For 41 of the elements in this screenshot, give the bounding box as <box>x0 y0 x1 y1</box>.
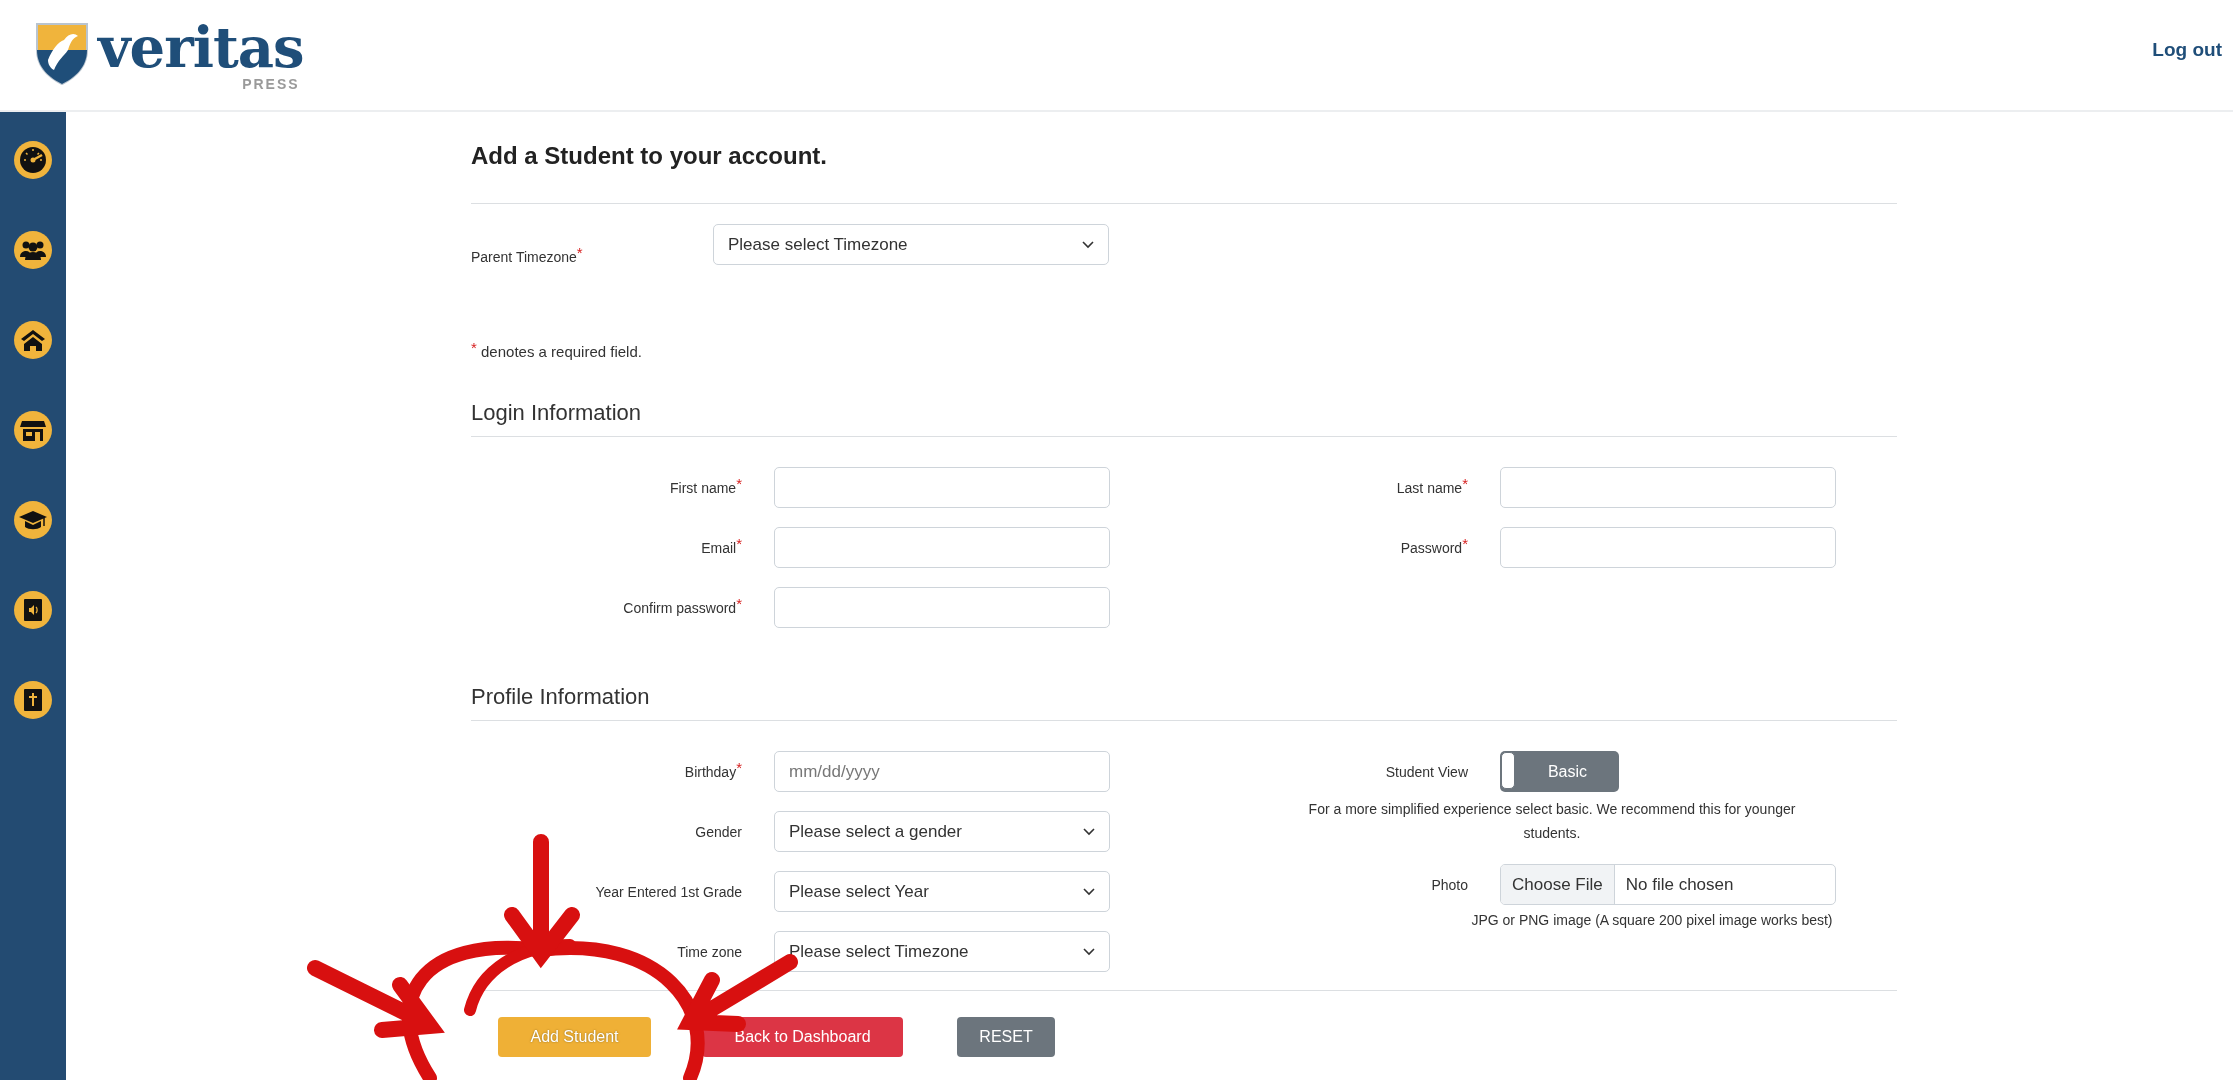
dropdown-select[interactable]: Please select a gender <box>774 811 1110 852</box>
timezone-select[interactable]: Please select Timezone <box>713 224 1109 265</box>
field-label: Year Entered 1st Grade <box>594 883 742 900</box>
chevron-down-icon <box>1082 240 1094 249</box>
field-label: Photo <box>1430 876 1468 893</box>
view-toggle[interactable]: Basic <box>1500 751 1619 792</box>
reset-button[interactable]: RESET <box>957 1017 1055 1057</box>
cross-book-icon[interactable] <box>13 680 53 720</box>
field-label: Time zone <box>676 943 742 960</box>
chevron-down-icon <box>1083 887 1095 896</box>
section-title: Login Information <box>471 400 642 426</box>
help-text: JPG or PNG image (A square 200 pixel image works best) <box>1470 912 1834 928</box>
logout-link[interactable]: Log out <box>2152 39 2222 61</box>
logo-wordmark: veritas <box>98 18 304 76</box>
people-icon[interactable] <box>13 230 53 270</box>
page-title: Add a Student to your account. <box>471 141 828 171</box>
speaker-book-icon[interactable] <box>13 590 53 630</box>
text-field[interactable] <box>1500 527 1836 568</box>
gauge-icon[interactable] <box>13 140 53 180</box>
date-field[interactable]: mm/dd/yyyy <box>774 751 1110 792</box>
back-button[interactable]: Back to Dashboard <box>702 1017 903 1057</box>
help-text: For a more simplified experience select basic. We recommend this for younger students. <box>1307 800 1797 843</box>
text-field[interactable] <box>1500 467 1836 508</box>
shield-logo-icon <box>34 20 90 86</box>
dropdown-select[interactable]: Please select Timezone <box>774 931 1110 972</box>
section-title: Profile Information <box>471 684 651 710</box>
field-label: Gender <box>694 823 742 840</box>
storefront-icon[interactable] <box>13 410 53 450</box>
file-field[interactable]: Choose File No file chosen <box>1500 864 1836 905</box>
field-label: Student View <box>1384 763 1468 780</box>
text-field[interactable] <box>774 587 1110 628</box>
file-status: No file chosen <box>1624 873 1735 896</box>
graduation-cap-icon[interactable] <box>13 500 53 540</box>
chevron-down-icon <box>1083 947 1095 956</box>
logo-tagline: PRESS <box>242 76 300 92</box>
house-icon[interactable] <box>13 320 53 360</box>
dropdown-select[interactable]: Please select Year <box>774 871 1110 912</box>
text-field[interactable] <box>774 467 1110 508</box>
chevron-down-icon <box>1083 827 1095 836</box>
text-field[interactable] <box>774 527 1110 568</box>
choose-file-button[interactable]: Choose File <box>1501 865 1615 904</box>
